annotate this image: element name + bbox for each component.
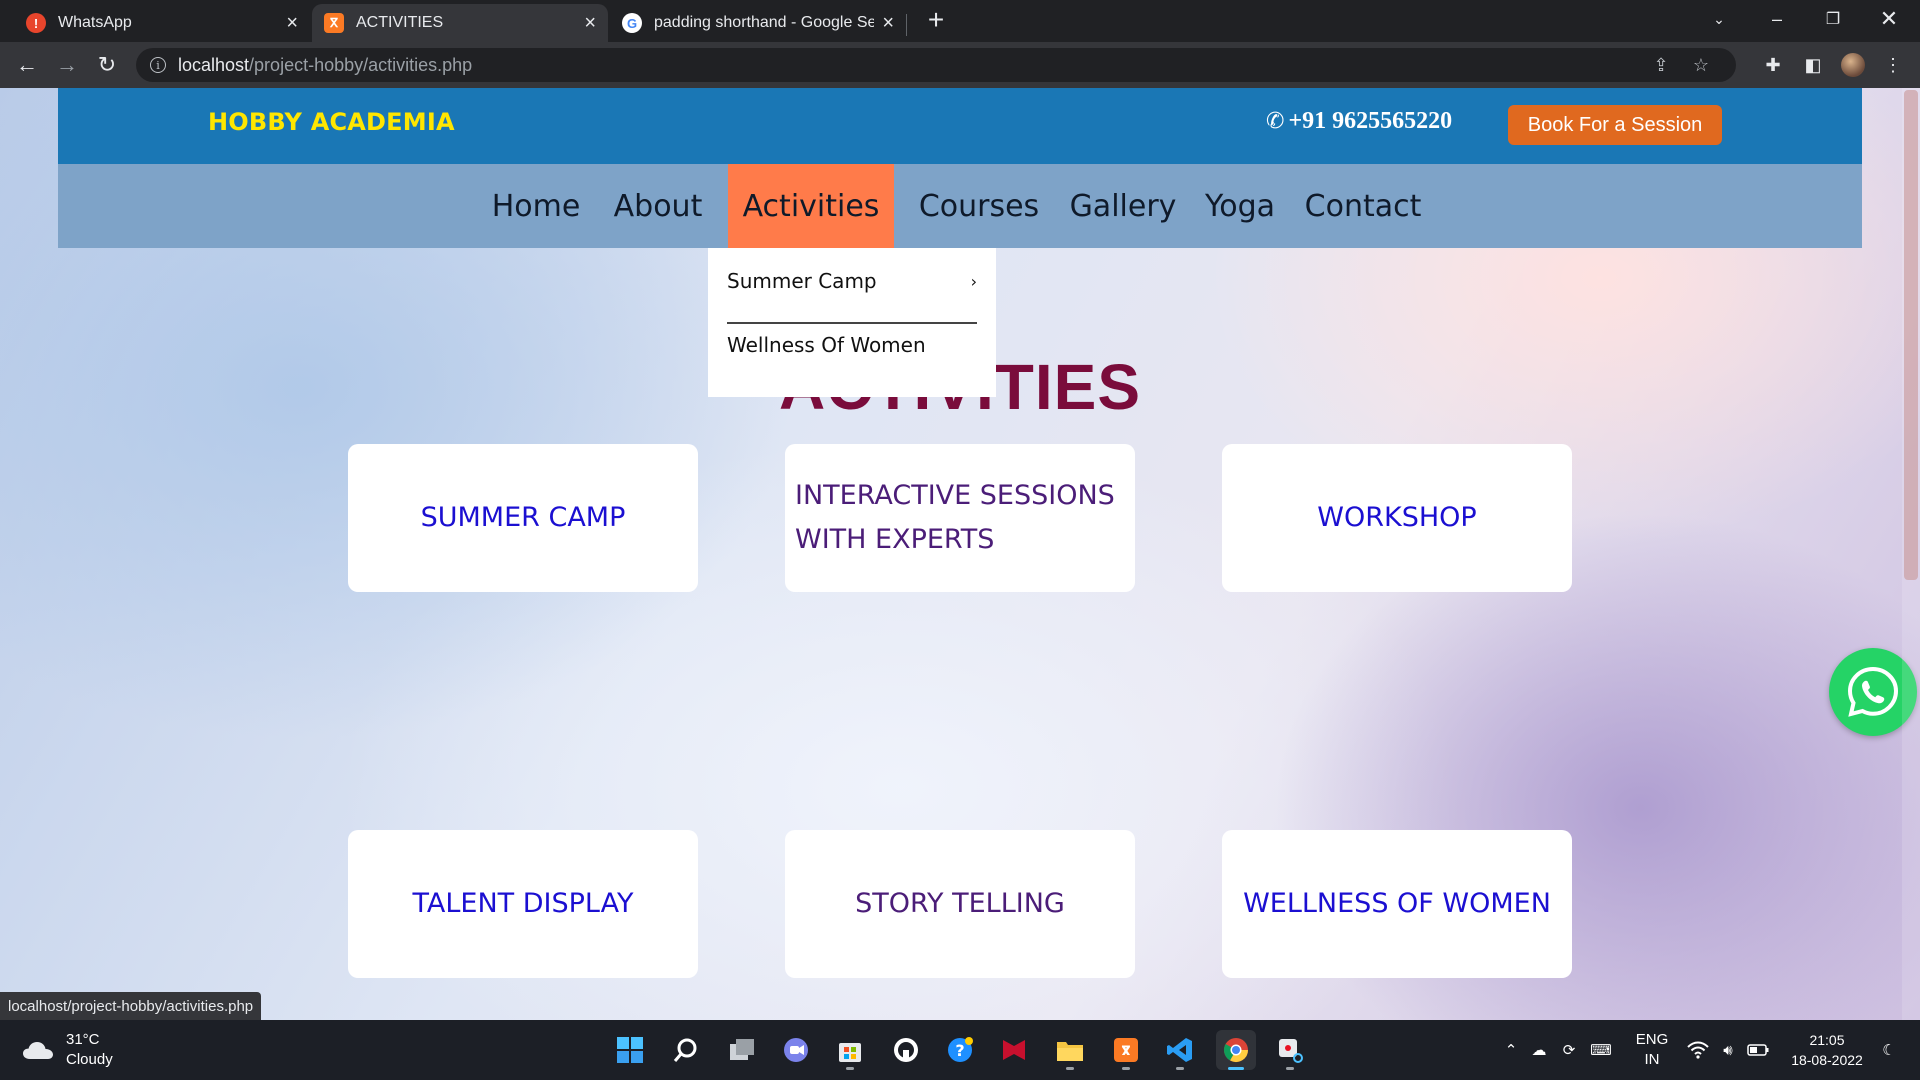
browser-toolbar: ← → ↻ i localhost/project-hobby/activiti… — [0, 42, 1920, 88]
onedrive-cloud-icon[interactable]: ☁ — [1526, 1020, 1552, 1080]
profile-avatar[interactable] — [1838, 50, 1868, 80]
battery-icon[interactable] — [1744, 1020, 1772, 1080]
dropdown-item-summer-camp[interactable]: Summer Camp › — [727, 251, 977, 311]
phone-number[interactable]: ✆ +91 9625565220 — [1266, 108, 1452, 135]
dropdown-item-wellness-of-women[interactable]: Wellness Of Women — [727, 315, 977, 375]
back-arrow-icon[interactable]: ← — [12, 50, 42, 80]
main-nav: Home About Activities Courses Gallery Yo… — [58, 164, 1862, 248]
nav-contact[interactable]: Contact — [1296, 164, 1430, 248]
file-explorer-icon[interactable] — [1050, 1030, 1090, 1070]
activity-card-wellness-of-women[interactable]: WELLNESS OF WOMEN — [1222, 830, 1572, 978]
windows-logo-icon — [617, 1037, 643, 1063]
tab-separator — [906, 14, 907, 36]
weather-widget[interactable]: 31°C Cloudy — [22, 1030, 113, 1070]
site-info-icon[interactable]: i — [150, 57, 166, 73]
extensions-puzzle-icon[interactable]: ✚ — [1758, 50, 1788, 80]
site-header: HOBBY ACADEMIA ✆ +91 9625565220 Book For… — [58, 88, 1862, 164]
help-icon[interactable]: ? — [940, 1030, 980, 1070]
chevron-right-icon: › — [970, 271, 977, 291]
weather-temp: 31°C — [66, 1031, 100, 1048]
scrollbar-thumb[interactable] — [1904, 90, 1918, 580]
browser-tab-strip: ! WhatsApp × ⴳ ACTIVITIES × G padding sh… — [0, 0, 1920, 42]
notification-moon-icon[interactable]: ☾ — [1876, 1020, 1902, 1080]
activities-dropdown: Summer Camp › Wellness Of Women — [708, 248, 996, 397]
activity-card-summer-camp[interactable]: SUMMER CAMP — [348, 444, 698, 592]
language-code: ENG — [1635, 1031, 1669, 1048]
side-panel-icon[interactable]: ◧ — [1798, 50, 1828, 80]
activity-card-story-telling[interactable]: STORY TELLING — [785, 830, 1135, 978]
clock-date: 18-08-2022 — [1791, 1052, 1863, 1068]
activity-card-talent-display[interactable]: TALENT DISPLAY — [348, 830, 698, 978]
whatsapp-icon — [1847, 666, 1899, 717]
search-icon[interactable] — [666, 1030, 706, 1070]
keyboard-icon[interactable]: ⌨ — [1588, 1020, 1614, 1080]
url-host: localhost — [178, 54, 250, 75]
tab-title: ACTIVITIES — [356, 14, 444, 31]
teams-chat-icon[interactable] — [776, 1030, 816, 1070]
close-tab-icon[interactable]: × — [286, 12, 298, 35]
language-indicator[interactable]: ENG IN — [1624, 1020, 1680, 1080]
new-tab-button[interactable]: + — [922, 6, 950, 34]
tab-whatsapp[interactable]: ! WhatsApp × — [14, 4, 310, 42]
whatsapp-alert-icon: ! — [26, 13, 46, 33]
start-button[interactable] — [610, 1030, 650, 1070]
wifi-icon[interactable] — [1684, 1020, 1712, 1080]
tab-search-chevron-icon[interactable]: ⌄ — [1696, 0, 1742, 38]
activity-card-interactive-sessions[interactable]: INTERACTIVE SESSIONS WITH EXPERTS — [785, 444, 1135, 592]
sync-icon[interactable]: ⟳ — [1556, 1020, 1582, 1080]
minimize-button[interactable]: – — [1754, 0, 1800, 38]
restore-button[interactable]: ❐ — [1810, 0, 1856, 38]
weather-condition: Cloudy — [66, 1051, 113, 1068]
region-code: IN — [1644, 1051, 1660, 1068]
chrome-icon[interactable] — [1216, 1030, 1256, 1070]
xampp-taskbar-icon[interactable]: ⴳ — [1106, 1030, 1146, 1070]
google-icon: G — [622, 13, 642, 33]
share-icon[interactable]: ⇪ — [1646, 48, 1676, 82]
vscode-icon[interactable] — [1160, 1030, 1200, 1070]
site-logo[interactable]: HOBBY ACADEMIA — [208, 108, 455, 136]
activity-card-workshop[interactable]: WORKSHOP — [1222, 444, 1572, 592]
page-scrollbar[interactable] — [1902, 88, 1920, 1020]
close-tab-icon[interactable]: × — [584, 12, 596, 35]
nav-courses[interactable]: Courses — [904, 164, 1054, 248]
windows-taskbar: 31°C Cloudy ? ⴳ ⌃ ☁ ⟳ ⌨ ENG IN 🔊︎ 21:05 … — [0, 1020, 1920, 1080]
reload-icon[interactable]: ↻ — [92, 50, 122, 80]
clock-time: 21:05 — [1809, 1032, 1845, 1048]
clock[interactable]: 21:05 18-08-2022 — [1780, 1020, 1874, 1080]
svg-text:?: ? — [955, 1041, 964, 1060]
nav-home[interactable]: Home — [480, 164, 592, 248]
phone-text: +91 9625565220 — [1288, 108, 1453, 134]
task-view-icon[interactable] — [722, 1030, 762, 1070]
forward-arrow-icon[interactable]: → — [52, 50, 82, 80]
snipping-tool-icon[interactable] — [1270, 1030, 1310, 1070]
microsoft-store-icon[interactable] — [830, 1030, 870, 1070]
tab-activities[interactable]: ⴳ ACTIVITIES × — [312, 4, 608, 42]
close-window-button[interactable]: ✕ — [1866, 0, 1912, 38]
book-session-button[interactable]: Book For a Session — [1508, 105, 1722, 145]
tray-overflow-chevron-icon[interactable]: ⌃ — [1500, 1020, 1522, 1080]
address-bar[interactable]: i localhost/project-hobby/activities.php… — [136, 48, 1736, 82]
nav-yoga[interactable]: Yoga — [1194, 164, 1286, 248]
tab-title: padding shorthand - Google Sea — [654, 14, 875, 31]
close-tab-icon[interactable]: × — [882, 12, 894, 35]
cloud-icon — [23, 1042, 53, 1059]
page-viewport: HOBBY ACADEMIA ✆ +91 9625565220 Book For… — [0, 88, 1920, 1020]
tab-google-search[interactable]: G padding shorthand - Google Sea × — [610, 4, 906, 42]
phone-icon: ✆ — [1266, 109, 1285, 134]
link-status-bubble: localhost/project-hobby/activities.php — [0, 992, 262, 1020]
dropdown-item-label: Summer Camp — [727, 269, 877, 293]
menu-kebab-icon[interactable]: ⋮ — [1878, 50, 1908, 80]
tab-title: WhatsApp — [58, 14, 132, 31]
svg-text:ⴳ: ⴳ — [1121, 1044, 1130, 1059]
github-icon[interactable] — [886, 1030, 926, 1070]
url-path: /project-hobby/activities.php — [249, 54, 473, 75]
xampp-icon: ⴳ — [324, 13, 344, 33]
nav-gallery[interactable]: Gallery — [1062, 164, 1184, 248]
nav-about[interactable]: About — [604, 164, 712, 248]
mcafee-icon[interactable] — [994, 1030, 1034, 1070]
nav-activities[interactable]: Activities — [728, 164, 894, 248]
volume-icon[interactable]: 🔊︎ — [1714, 1020, 1742, 1080]
bookmark-star-icon[interactable]: ☆ — [1686, 48, 1716, 82]
